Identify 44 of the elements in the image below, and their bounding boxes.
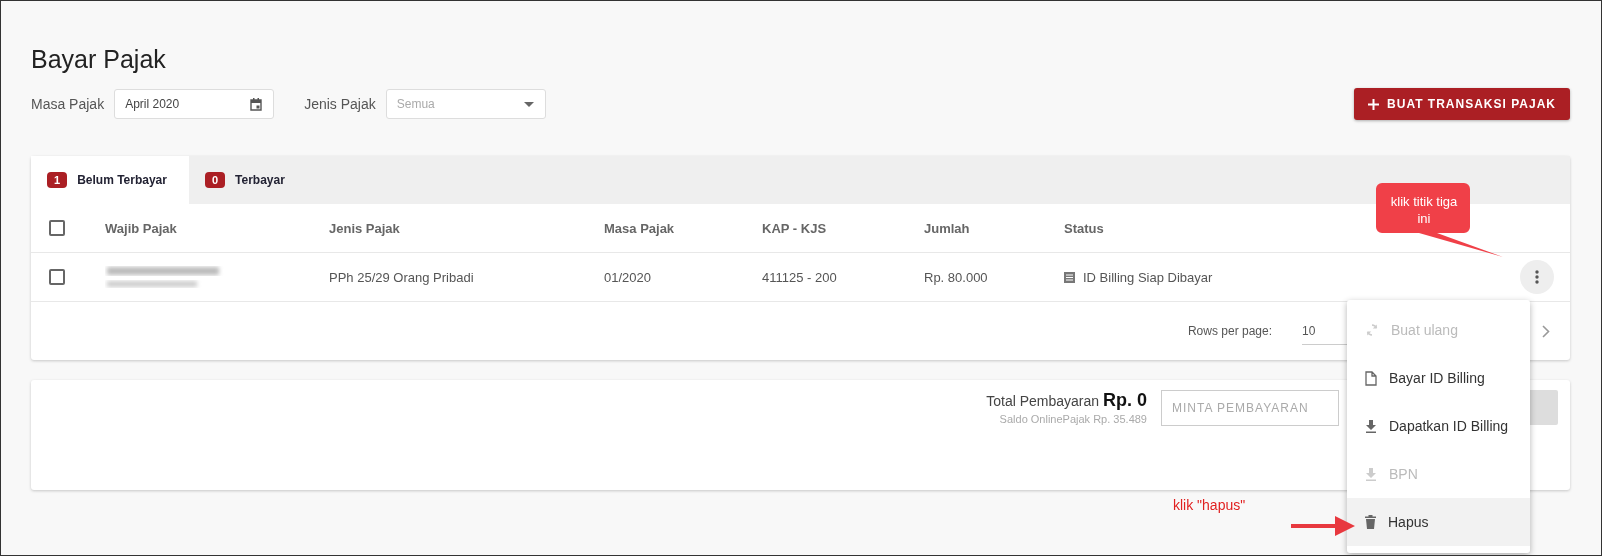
more-options-button[interactable] xyxy=(1520,260,1554,294)
page-title: Bayar Pajak xyxy=(31,45,166,74)
column-header: Wajib Pajak xyxy=(105,220,178,236)
table-cell-text: 01/2020 xyxy=(604,269,652,285)
filter-label: Jenis Pajak xyxy=(304,96,376,112)
row-checkbox[interactable] xyxy=(49,269,65,285)
tab[interactable]: 0 Terbayar xyxy=(188,156,307,204)
column-header: Jumlah xyxy=(924,220,971,236)
arrow-icon xyxy=(1289,515,1357,537)
annotation-text: klik "hapus" xyxy=(1173,497,1246,513)
file-icon xyxy=(1365,370,1377,386)
caret-icon xyxy=(523,101,534,107)
status-text: ID Billing Siap Dibayar xyxy=(1083,269,1213,285)
filter-label: Masa Pajak xyxy=(31,96,105,112)
more-icon xyxy=(1535,270,1539,284)
select-all-checkbox[interactable] xyxy=(49,220,65,236)
download-icon xyxy=(1365,467,1377,481)
table-cell-text: Rp. 80.000 xyxy=(924,269,989,285)
table-cell-text: 411125 - 200 xyxy=(762,269,838,285)
download-icon xyxy=(1365,419,1377,433)
column-header: KAP - KJS xyxy=(762,220,828,236)
list-icon xyxy=(1064,271,1075,283)
rows-per-page-label: Rows per page: xyxy=(1187,324,1272,338)
menu-item[interactable]: Dapatkan ID Billing xyxy=(1347,402,1530,450)
plus-icon xyxy=(1368,98,1380,110)
tab[interactable]: 1 Belum Terbayar xyxy=(31,156,189,204)
count-badge: 0 xyxy=(204,172,226,188)
calendar-icon xyxy=(250,97,263,111)
table-cell-text: PPh 25/29 Orang Pribadi xyxy=(329,269,475,285)
total-payment-text: Total Pembayaran Rp. 0 xyxy=(986,390,1147,411)
callout-text: klik titik tiga ini xyxy=(1389,193,1459,227)
chevron-right-icon[interactable] xyxy=(1542,324,1550,338)
menu-item[interactable]: Hapus xyxy=(1347,498,1530,546)
menu-item[interactable]: Bayar ID Billing xyxy=(1347,354,1530,402)
trash-icon xyxy=(1365,515,1376,529)
refresh-icon xyxy=(1365,323,1379,337)
select-field[interactable]: Semua xyxy=(385,89,546,119)
balance-text: Saldo OnlinePajak Rp. 35.489 xyxy=(998,413,1147,425)
column-header: Status xyxy=(1064,220,1105,236)
date-field[interactable]: April 2020 xyxy=(114,89,275,119)
count-badge: 1 xyxy=(47,172,68,188)
column-header: Jenis Pajak xyxy=(329,220,401,236)
create-transaction-button[interactable]: BUAT TRANSAKSI PAJAK xyxy=(1354,88,1570,120)
column-header: Masa Pajak xyxy=(604,220,676,236)
